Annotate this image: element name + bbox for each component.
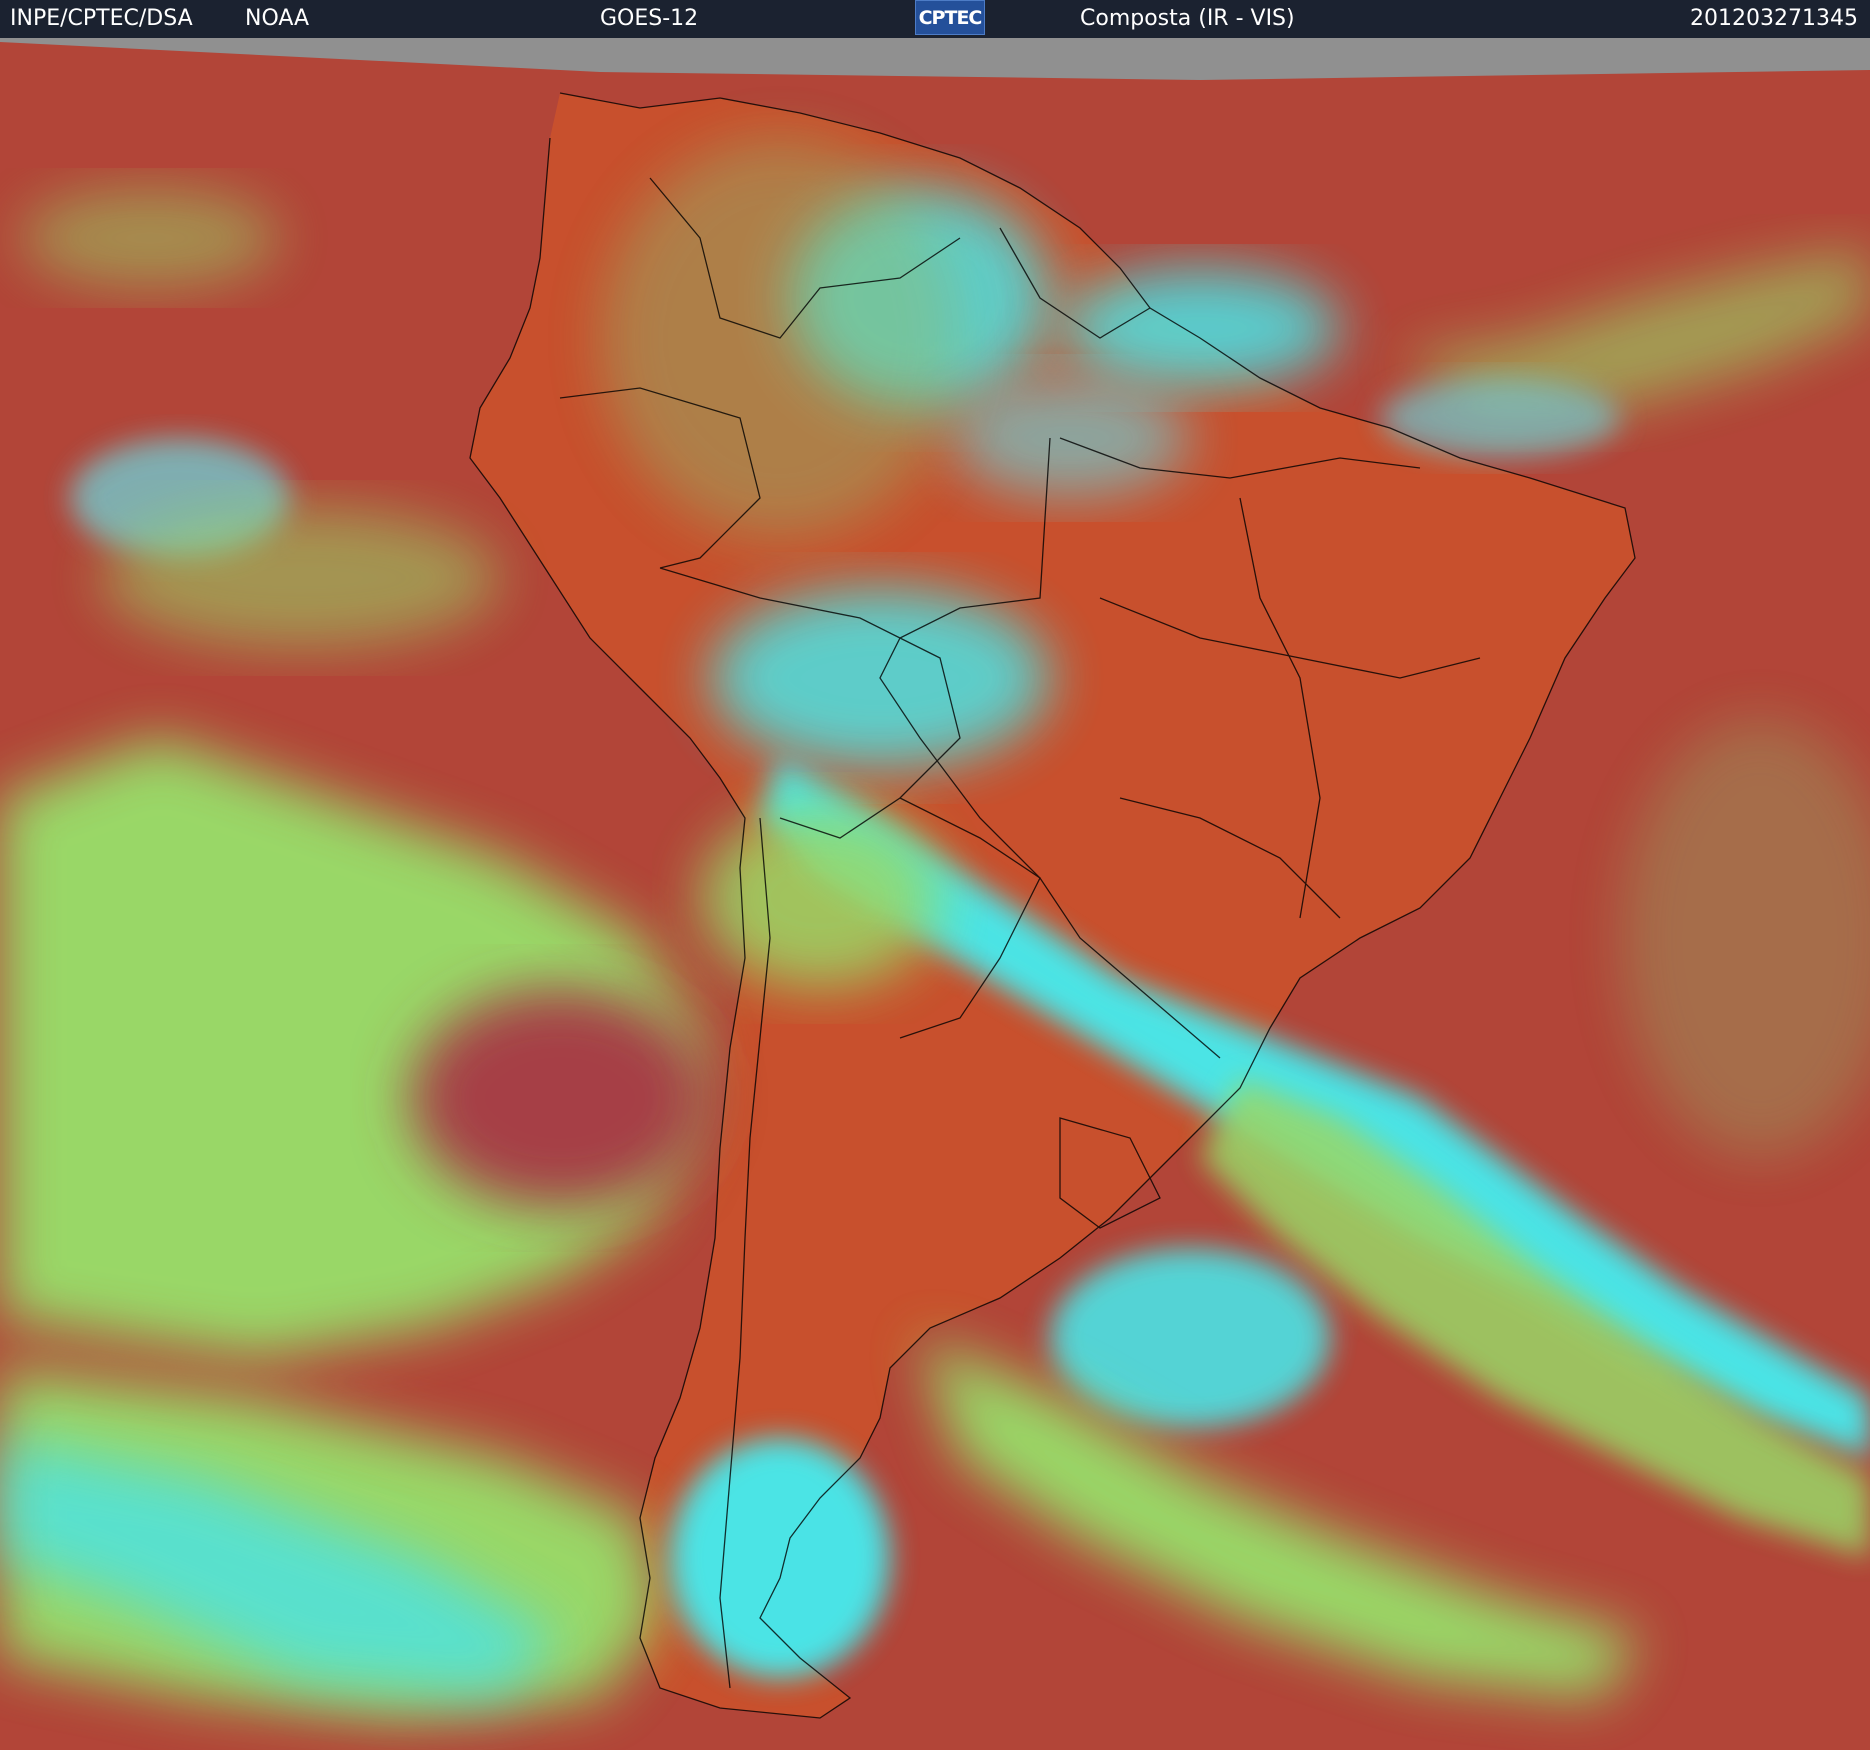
satellite-image <box>0 38 1870 1750</box>
amazon-convection-3 <box>950 378 1190 498</box>
header-bar: INPE/CPTEC/DSA NOAA GOES-12 CPTEC Compos… <box>0 0 1870 38</box>
satellite-label: GOES-12 <box>600 6 699 31</box>
atlantic-itcz-cyan <box>1380 378 1620 458</box>
chaco-green-cloud <box>700 808 940 988</box>
cptec-logo: CPTEC <box>915 0 985 35</box>
pacific-tropical-green <box>100 508 500 648</box>
amazon-convection-2 <box>1060 268 1340 388</box>
patagonia-cloud <box>670 1438 890 1678</box>
timestamp-label: 201203271345 <box>1690 6 1858 31</box>
atlantic-low-swirl <box>1050 1248 1330 1428</box>
caribbean-cloud <box>20 188 280 288</box>
org-label: INPE/CPTEC/DSA <box>10 6 193 31</box>
pacific-clear-pocket <box>410 988 710 1208</box>
product-label: Composta (IR - VIS) <box>1080 6 1295 31</box>
logo-text: CPTEC <box>918 7 983 29</box>
agency-label: NOAA <box>245 6 310 31</box>
